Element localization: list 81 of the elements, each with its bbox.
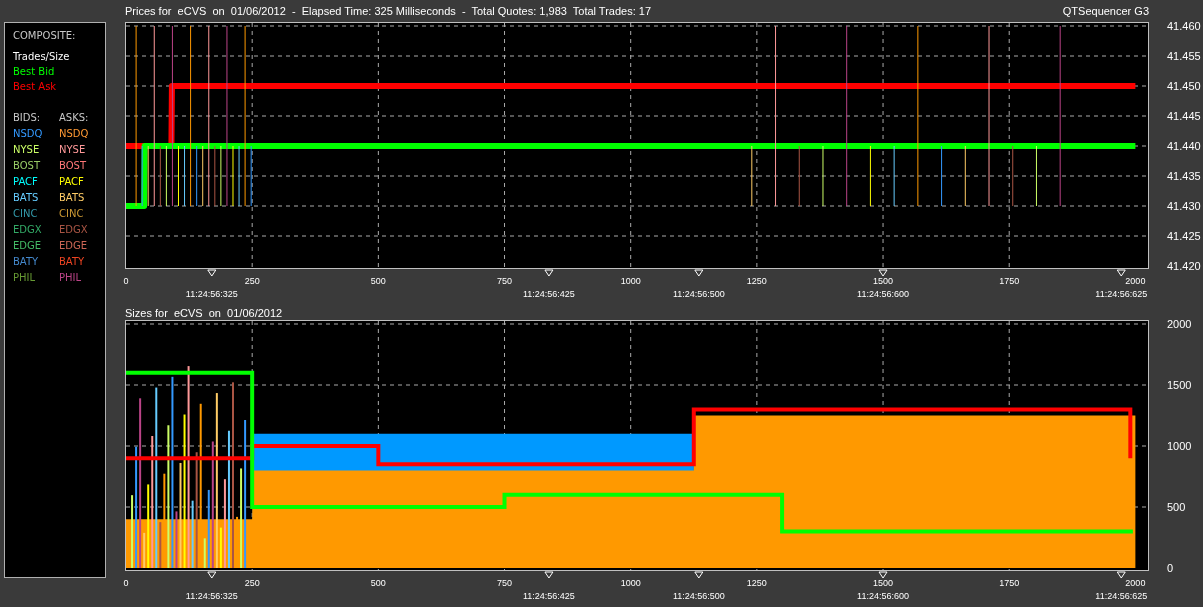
time-label: 11:24:56:625: [1095, 289, 1148, 299]
x-axis-label: 1000: [620, 276, 641, 286]
time-marker-icon: [1116, 571, 1126, 579]
x-axis-label: 1500: [873, 276, 894, 286]
x-axis-label: 500: [370, 578, 386, 588]
x-axis-label: 1250: [746, 276, 767, 286]
time-label: 11:24:56:325: [185, 591, 238, 601]
legend-heading: ASKS:: [59, 111, 90, 125]
time-label: 11:24:56:425: [523, 591, 575, 601]
y-axis-label: 1500: [1167, 379, 1192, 391]
x-axis-label: 250: [244, 276, 260, 286]
time-label: 11:24:56:425: [523, 289, 575, 299]
time-marker-icon: [878, 571, 888, 579]
y-axis-label: 0: [1167, 562, 1174, 574]
legend-item: EDGX: [59, 223, 89, 237]
time-label: 11:24:56:500: [672, 289, 725, 299]
y-axis-label: 41.435: [1167, 170, 1201, 182]
y-axis-label: 1000: [1167, 440, 1192, 452]
y-axis-label: 41.430: [1167, 200, 1201, 212]
x-axis-label: 2000: [1125, 276, 1146, 286]
x-axis-label: 1250: [746, 578, 767, 588]
x-axis-label: 1500: [873, 578, 894, 588]
legend-item: NYSE: [13, 143, 41, 157]
legend-item: EDGE: [13, 239, 43, 253]
time-marker-icon: [207, 269, 217, 277]
x-axis-label: 1750: [999, 276, 1020, 286]
time-label: 11:24:56:325: [185, 289, 238, 299]
y-axis-label: 41.455: [1167, 50, 1201, 62]
legend-item: PACF: [59, 175, 85, 189]
legend-item: Best Bid: [13, 65, 56, 79]
legend-item: BATY: [59, 255, 86, 269]
time-marker-icon: [544, 269, 554, 277]
x-axis-label: 750: [497, 276, 513, 286]
x-axis-label: 500: [370, 276, 386, 286]
y-axis-label: 41.440: [1167, 140, 1201, 152]
legend-item: BATS: [59, 191, 86, 205]
legend-item: PACF: [13, 175, 39, 189]
time-marker-icon: [694, 269, 704, 277]
y-axis-label: 41.425: [1167, 230, 1201, 242]
legend-item: CINC: [59, 207, 85, 221]
legend-item: EDGX: [13, 223, 43, 237]
x-axis-label: 1000: [620, 578, 641, 588]
app-name: QTSequencer G3: [1062, 5, 1149, 17]
chart-title: Sizes for eCVS on 01/06/2012: [125, 306, 284, 320]
time-marker-icon: [544, 571, 554, 579]
legend-item: CINC: [13, 207, 39, 221]
legend-item: PHIL: [13, 271, 37, 285]
x-axis-label: 0: [123, 578, 129, 588]
time-marker-icon: [878, 269, 888, 277]
legend-item: BATS: [13, 191, 40, 205]
y-axis-label: 41.445: [1167, 110, 1201, 122]
time-marker-icon: [207, 571, 217, 579]
legend-heading: COMPOSITE:: [13, 29, 77, 43]
time-label: 11:24:56:625: [1095, 591, 1148, 601]
legend-item: BOST: [13, 159, 41, 173]
x-axis-label: 0: [123, 276, 129, 286]
x-axis-label: 250: [244, 578, 260, 588]
time-label: 11:24:56:600: [857, 289, 909, 299]
x-axis-label: 1750: [999, 578, 1020, 588]
legend-item: NYSE: [59, 143, 87, 157]
legend-item: Trades/Size: [13, 50, 71, 64]
time-label: 11:24:56:600: [857, 591, 909, 601]
x-axis-label: 750: [497, 578, 513, 588]
legend-item: NSDQ: [13, 127, 44, 141]
legend-item: EDGE: [59, 239, 89, 253]
y-axis-label: 500: [1167, 501, 1186, 513]
y-axis-label: 41.460: [1167, 20, 1201, 32]
y-axis-label: 2000: [1167, 318, 1192, 330]
y-axis-label: 41.420: [1167, 260, 1201, 272]
legend-item: BOST: [59, 159, 87, 173]
time-marker-icon: [1116, 269, 1126, 277]
chart-title: Prices for eCVS on 01/06/2012 - Elapsed Time: 325 Milliseconds - Total Quotes: 1,983 Total Trades: 17: [125, 5, 652, 17]
legend-item: PHIL: [59, 271, 83, 285]
legend-item: BATY: [13, 255, 40, 269]
time-marker-icon: [694, 571, 704, 579]
time-label: 11:24:56:500: [672, 591, 725, 601]
legend-item: NSDQ: [59, 127, 90, 141]
y-axis-label: 41.450: [1167, 80, 1201, 92]
legend-heading: BIDS:: [13, 111, 42, 125]
x-axis-label: 2000: [1125, 578, 1146, 588]
legend-item: Best Ask: [13, 80, 58, 94]
